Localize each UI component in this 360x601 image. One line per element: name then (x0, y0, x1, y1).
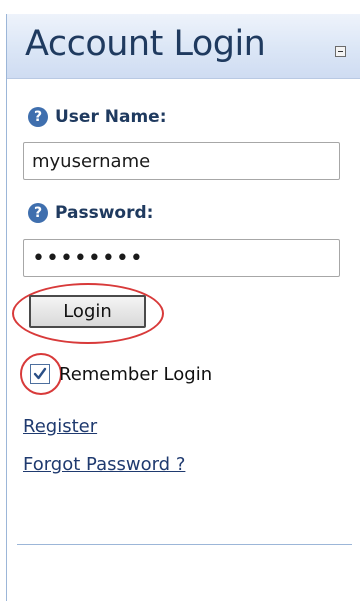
panel-header: Account Login (7, 14, 360, 79)
minus-box-icon[interactable] (335, 46, 346, 57)
login-button[interactable]: Login (29, 295, 146, 328)
question-circle-icon[interactable]: ? (28, 107, 48, 127)
remember-login-label: Remember Login (59, 364, 213, 385)
panel-title: Account Login (25, 24, 266, 64)
forgot-password-link[interactable]: Forgot Password ? (23, 454, 185, 476)
register-link[interactable]: Register (23, 416, 97, 438)
remember-login-checkbox[interactable] (30, 364, 50, 384)
divider (17, 544, 352, 545)
username-label: User Name: (55, 107, 167, 127)
password-field[interactable] (23, 239, 340, 277)
password-label: Password: (55, 203, 154, 223)
question-circle-icon[interactable]: ? (28, 203, 48, 223)
username-field[interactable] (23, 142, 340, 180)
checkmark-icon (33, 367, 47, 380)
